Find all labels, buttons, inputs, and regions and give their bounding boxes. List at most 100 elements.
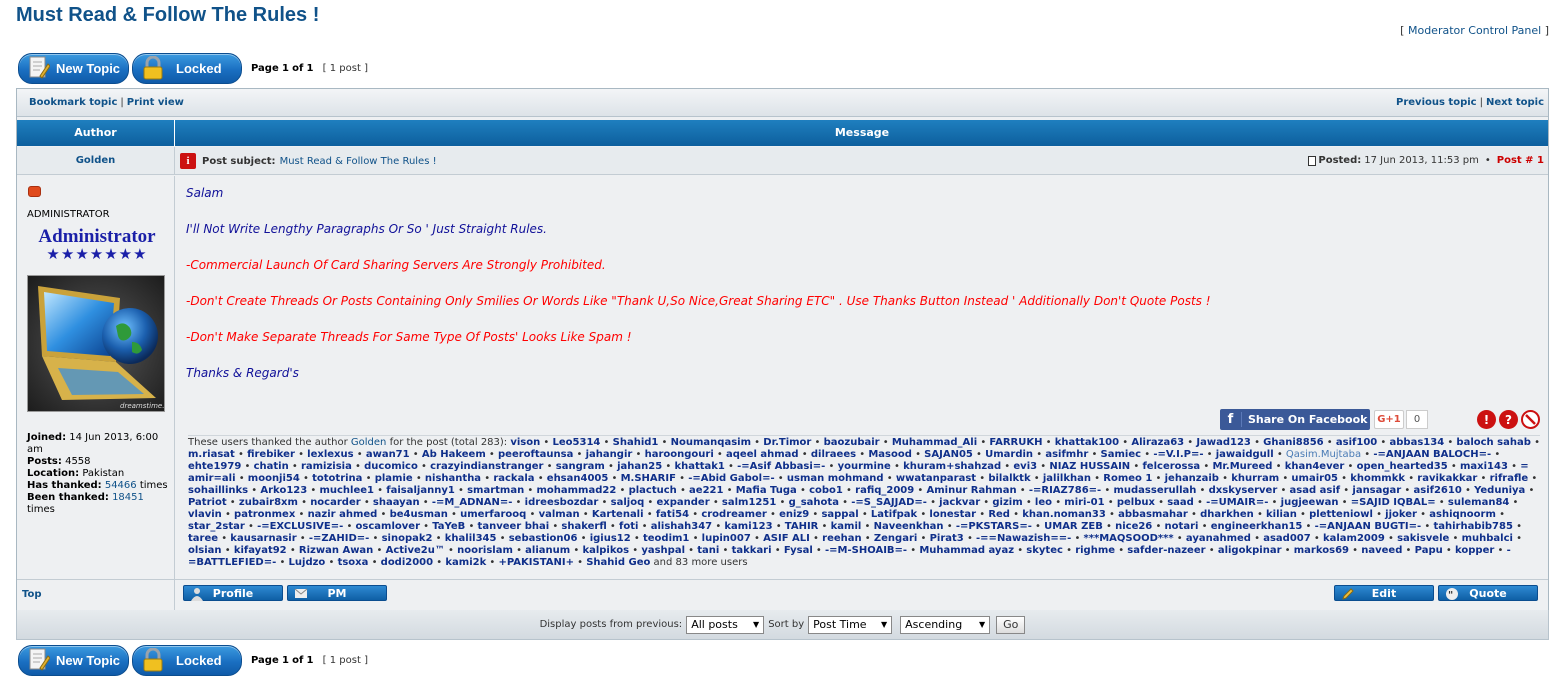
- thanks-user-link[interactable]: Mafia Tuga: [736, 485, 797, 496]
- thanks-user-link[interactable]: g_sahota: [789, 497, 839, 508]
- thanks-user-link[interactable]: sohaillinks: [188, 485, 248, 496]
- display-posts-select[interactable]: All posts ▼: [686, 615, 765, 634]
- thanks-user-link[interactable]: abbas134: [1390, 437, 1445, 448]
- thanks-user-link[interactable]: asif100: [1336, 437, 1377, 448]
- report-icon[interactable]: !: [1477, 410, 1496, 429]
- sort-by-select[interactable]: Post Time ▼: [808, 615, 893, 634]
- thanks-user-link[interactable]: yashpal: [641, 545, 685, 556]
- thanks-user-link[interactable]: Leo5314: [553, 437, 601, 448]
- thanks-user-link[interactable]: lexlexus: [307, 449, 353, 460]
- thanks-user-link[interactable]: Samiec: [1101, 449, 1142, 460]
- thanks-user-link[interactable]: muhbalci: [1462, 533, 1513, 544]
- warn-icon[interactable]: ?: [1499, 410, 1518, 429]
- locked-button-bottom[interactable]: Locked: [132, 644, 242, 676]
- thanks-user-link[interactable]: asifmhr: [1045, 449, 1088, 460]
- thanks-user-link[interactable]: baozubair: [824, 437, 880, 448]
- thanks-user-link[interactable]: kamil: [831, 521, 862, 532]
- thanks-user-link[interactable]: Naveenkhan: [874, 521, 944, 532]
- thanks-user-link[interactable]: Ab Hakeem: [422, 449, 486, 460]
- thanks-user-link[interactable]: -=Abid Gabol=-: [688, 473, 774, 484]
- thanks-user-link[interactable]: smartman: [467, 485, 524, 496]
- thanks-user-link[interactable]: M.SHARIF: [621, 473, 676, 484]
- thanks-user-link[interactable]: tahirhabib785: [1433, 521, 1513, 532]
- post-author[interactable]: Golden: [17, 147, 175, 175]
- thanks-user-link[interactable]: -==Nawazish==-: [976, 533, 1071, 544]
- thanks-user-link[interactable]: patronmex: [234, 509, 295, 520]
- thanks-user-link[interactable]: evi3: [1013, 461, 1037, 472]
- delete-icon[interactable]: [1521, 410, 1540, 429]
- thanks-user-link[interactable]: Patriot: [188, 497, 227, 508]
- thanks-user-link[interactable]: teodim1: [643, 533, 689, 544]
- thanks-user-link[interactable]: taree: [188, 533, 218, 544]
- thanks-user-link[interactable]: khuram+shahzad: [903, 461, 1001, 472]
- thanks-user-link[interactable]: tanveer bhai: [478, 521, 550, 532]
- thanks-user-link[interactable]: skytec: [1026, 545, 1063, 556]
- thanks-user-link[interactable]: umair05: [1291, 473, 1338, 484]
- thanks-user-link[interactable]: -=Asif Abbasi=-: [737, 461, 825, 472]
- thanks-author-link[interactable]: Golden: [351, 437, 386, 448]
- thanks-user-link[interactable]: yourmine: [838, 461, 891, 472]
- thanks-user-link[interactable]: Fysal: [784, 545, 813, 556]
- thanks-user-link[interactable]: NIAZ HUSSAIN: [1049, 461, 1130, 472]
- go-button[interactable]: Go: [996, 615, 1026, 634]
- thanks-user-link[interactable]: sangram: [556, 461, 605, 472]
- thanks-user-link[interactable]: open_hearted35: [1357, 461, 1448, 472]
- thanks-user-link[interactable]: jjoker: [1385, 509, 1417, 520]
- thanks-user-link[interactable]: be4usman: [390, 509, 448, 520]
- thanks-user-link[interactable]: tsoxa: [338, 557, 369, 568]
- thanks-user-link[interactable]: bilalktk: [988, 473, 1030, 484]
- thanks-user-link[interactable]: alianum: [525, 545, 570, 556]
- thanks-user-link[interactable]: plamie: [375, 473, 413, 484]
- thanks-user-link[interactable]: engineerkhan15: [1211, 521, 1303, 532]
- thanks-user-link[interactable]: maxi143: [1460, 461, 1508, 472]
- thanks-user-link[interactable]: Arko123: [260, 485, 307, 496]
- thanks-user-link[interactable]: tani: [697, 545, 719, 556]
- thanks-user-link[interactable]: olsian: [188, 545, 222, 556]
- thanks-user-link[interactable]: abbasmahar: [1118, 509, 1188, 520]
- thanks-user-link[interactable]: mohammad22: [536, 485, 616, 496]
- new-topic-button-bottom[interactable]: New Topic: [18, 644, 129, 676]
- thanks-user-link[interactable]: ehsan4005: [547, 473, 609, 484]
- thanks-user-link[interactable]: aligokpinar: [1218, 545, 1282, 556]
- thanks-user-link[interactable]: leo: [1035, 497, 1052, 508]
- previous-topic-link[interactable]: Previous topic: [1396, 97, 1477, 108]
- thanks-user-link[interactable]: Shahid Geo: [586, 557, 650, 568]
- share-facebook-button[interactable]: f Share On Facebook: [1220, 409, 1370, 430]
- thanks-user-link[interactable]: reehan: [822, 533, 861, 544]
- thanks-user-link[interactable]: foti: [619, 521, 638, 532]
- thanks-user-link[interactable]: peeroftaunsa: [498, 449, 573, 460]
- thanks-user-link[interactable]: pelbux: [1117, 497, 1155, 508]
- thanks-user-link[interactable]: -=RIAZ786=-: [1029, 485, 1101, 496]
- top-link[interactable]: Top: [22, 589, 42, 600]
- thanks-user-link[interactable]: suleman84: [1448, 497, 1509, 508]
- thanks-user-link[interactable]: Aminur Rahman: [927, 485, 1017, 496]
- pm-button[interactable]: PM: [287, 585, 387, 601]
- thanks-user-link[interactable]: alishah347: [651, 521, 712, 532]
- thanks-user-link[interactable]: ehte1979: [188, 461, 241, 472]
- thanks-user-link[interactable]: khalil345: [445, 533, 497, 544]
- thanks-user-link[interactable]: ramizisia: [301, 461, 352, 472]
- google-plus-button[interactable]: G+1: [1374, 410, 1404, 429]
- thanks-user-link[interactable]: muchlee1: [319, 485, 374, 496]
- thanks-user-link[interactable]: Red: [988, 509, 1010, 520]
- thanks-user-link[interactable]: FARRUKH: [989, 437, 1042, 448]
- thanks-user-link[interactable]: ravikakkar: [1417, 473, 1477, 484]
- thanks-user-link[interactable]: sakisvele: [1397, 533, 1449, 544]
- thanks-user-link[interactable]: Mr.Mureed: [1212, 461, 1272, 472]
- thanks-user-link[interactable]: dharkhen: [1200, 509, 1254, 520]
- thanks-user-link[interactable]: Dr.Timor: [763, 437, 811, 448]
- thanks-user-link[interactable]: Jawad123: [1196, 437, 1251, 448]
- thanks-user-link[interactable]: kausarnasir: [230, 533, 296, 544]
- thanks-user-link[interactable]: oscamlover: [356, 521, 420, 532]
- thanks-user-link[interactable]: jahangir: [586, 449, 633, 460]
- thanks-user-link[interactable]: -=UMAIR=-: [1206, 497, 1268, 508]
- thanks-user-link[interactable]: aqeel ahmad: [726, 449, 799, 460]
- thanks-user-link[interactable]: gizim: [992, 497, 1022, 508]
- thanks-user-link[interactable]: ASIF ALI: [763, 533, 810, 544]
- thanks-user-link[interactable]: moonji54: [248, 473, 300, 484]
- thanks-user-link[interactable]: ashiqnoorm: [1429, 509, 1496, 520]
- thanks-user-link[interactable]: baloch sahab: [1456, 437, 1530, 448]
- bookmark-topic-link[interactable]: Bookmark topic: [29, 97, 117, 108]
- edit-button[interactable]: Edit: [1334, 585, 1434, 601]
- thanks-user-link[interactable]: plactuch: [629, 485, 677, 496]
